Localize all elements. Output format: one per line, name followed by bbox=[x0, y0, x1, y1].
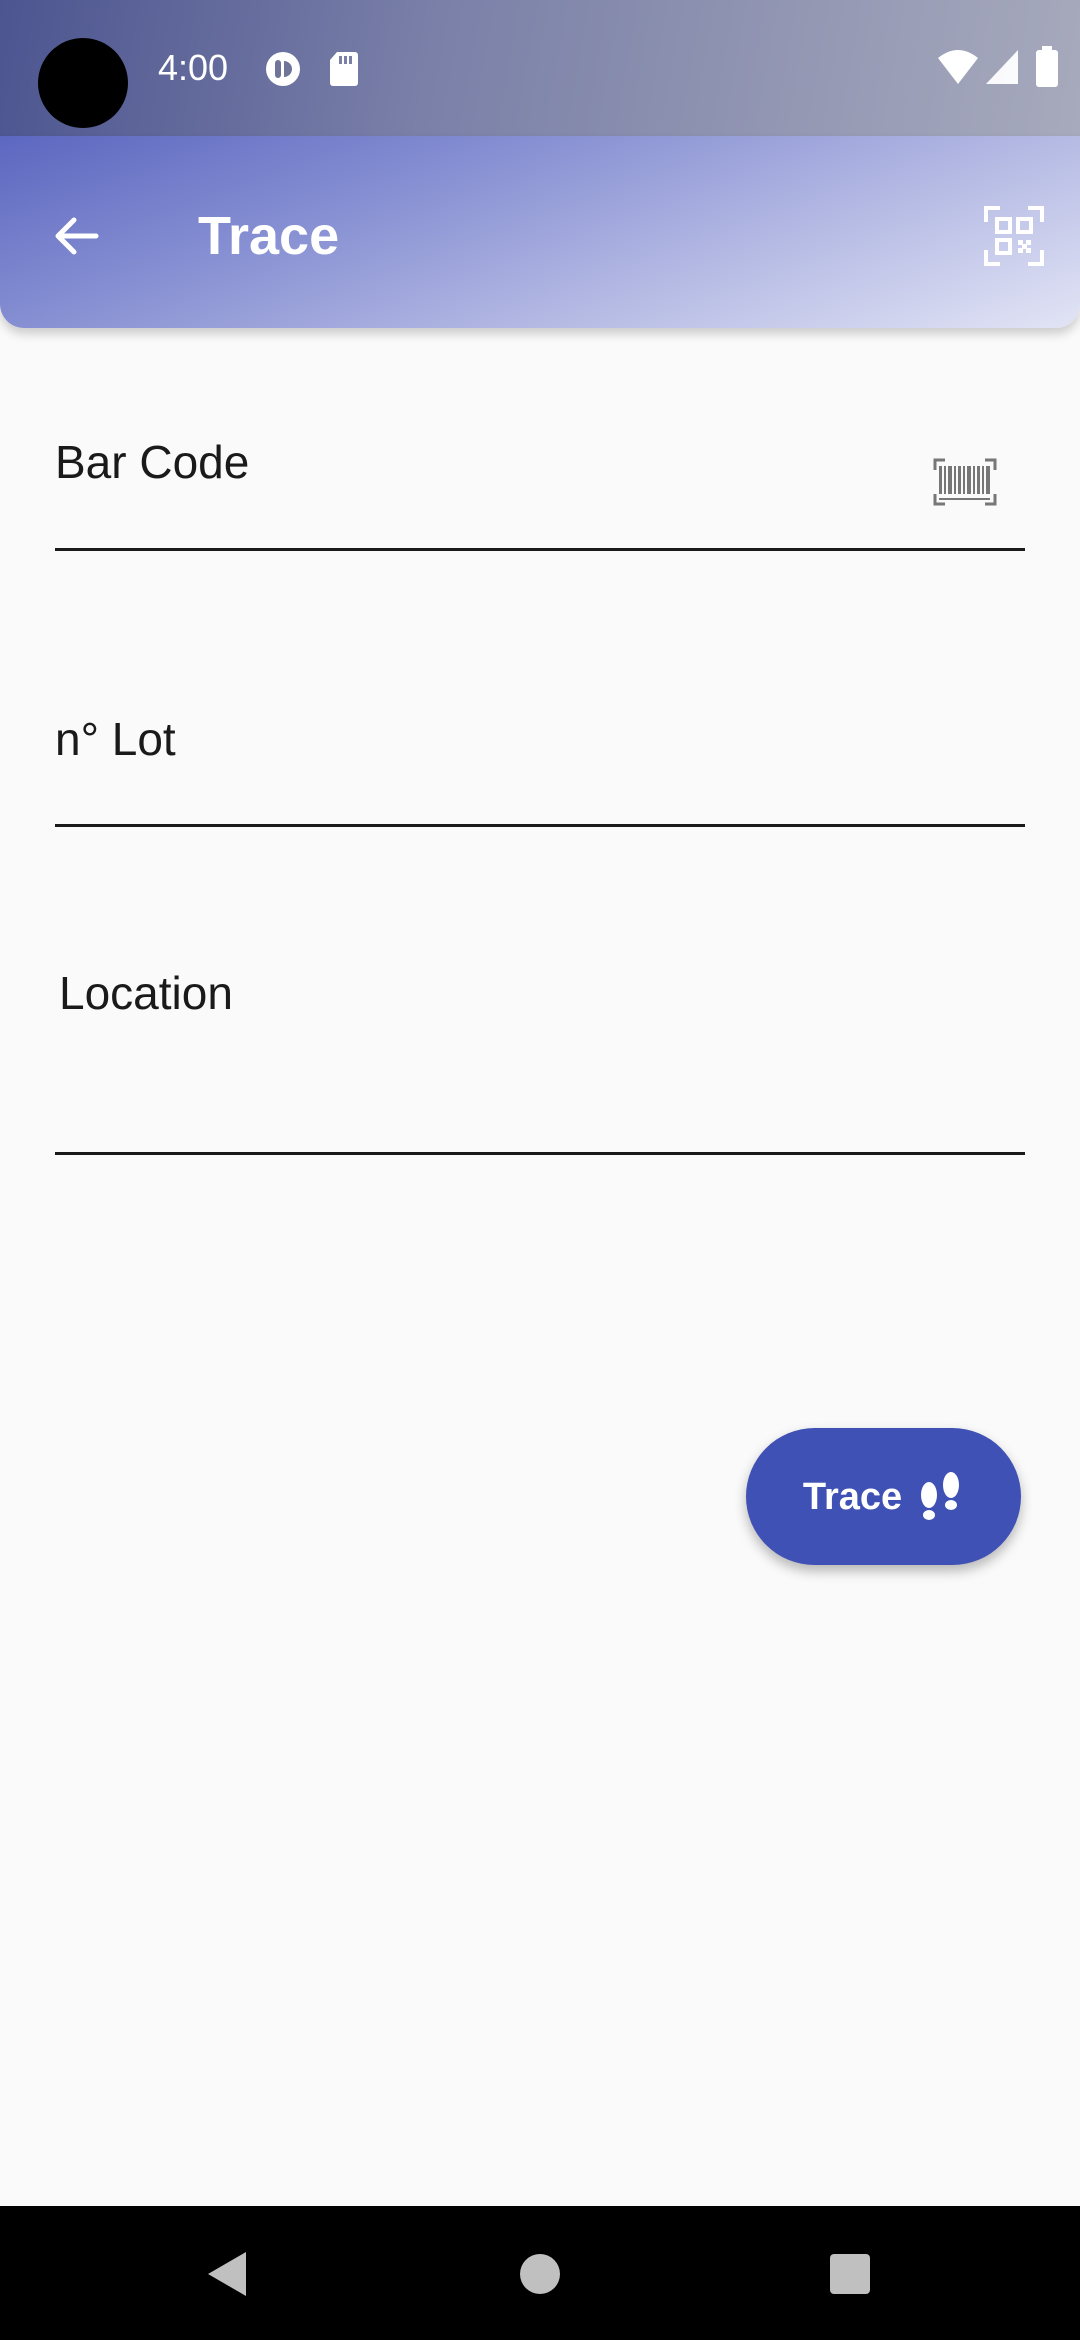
page-title: Trace bbox=[198, 206, 340, 266]
nav-recents-icon bbox=[830, 2254, 870, 2294]
barcode-scanner-icon bbox=[933, 458, 997, 506]
cellular-signal-icon bbox=[984, 48, 1020, 91]
arrow-back-icon bbox=[55, 217, 99, 255]
barcode-scan-button[interactable] bbox=[925, 442, 1005, 522]
nav-home-button[interactable] bbox=[502, 2236, 578, 2312]
trace-button[interactable]: Trace bbox=[746, 1428, 1021, 1565]
lot-underline bbox=[55, 824, 1025, 827]
status-bar: 4:00 bbox=[0, 0, 1080, 136]
nav-back-button[interactable] bbox=[188, 2236, 264, 2312]
barcode-label: Bar Code bbox=[55, 436, 250, 488]
back-button[interactable] bbox=[40, 200, 112, 272]
app-bar: Trace bbox=[0, 136, 1080, 328]
location-label: Location bbox=[59, 967, 233, 1019]
footprints-icon bbox=[921, 1471, 960, 1520]
nav-recents-button[interactable] bbox=[812, 2236, 888, 2312]
trace-button-label: Trace bbox=[802, 1475, 903, 1518]
status-time: 4:00 bbox=[158, 47, 229, 88]
camera-cutout bbox=[38, 38, 128, 128]
location-underline bbox=[55, 1152, 1025, 1155]
barcode-field[interactable]: Bar Code bbox=[55, 410, 1025, 554]
nav-back-icon bbox=[208, 2252, 246, 2296]
sd-card-icon bbox=[328, 50, 360, 93]
barcode-underline bbox=[55, 548, 1025, 551]
trace-screen: 4:00 Trace Bar Code n° Lot Location Trac… bbox=[0, 0, 1080, 2340]
nav-home-icon bbox=[520, 2254, 560, 2294]
wifi-icon bbox=[936, 48, 980, 91]
lot-field[interactable]: n° Lot bbox=[55, 700, 1025, 830]
location-field[interactable]: Location bbox=[55, 960, 1025, 1156]
cast-icon bbox=[264, 50, 302, 93]
battery-icon bbox=[1034, 46, 1060, 93]
qr-code-scanner-icon bbox=[984, 206, 1044, 266]
system-navigation-bar bbox=[0, 2206, 1080, 2340]
lot-label: n° Lot bbox=[55, 713, 176, 765]
scan-qr-button[interactable] bbox=[976, 198, 1052, 274]
